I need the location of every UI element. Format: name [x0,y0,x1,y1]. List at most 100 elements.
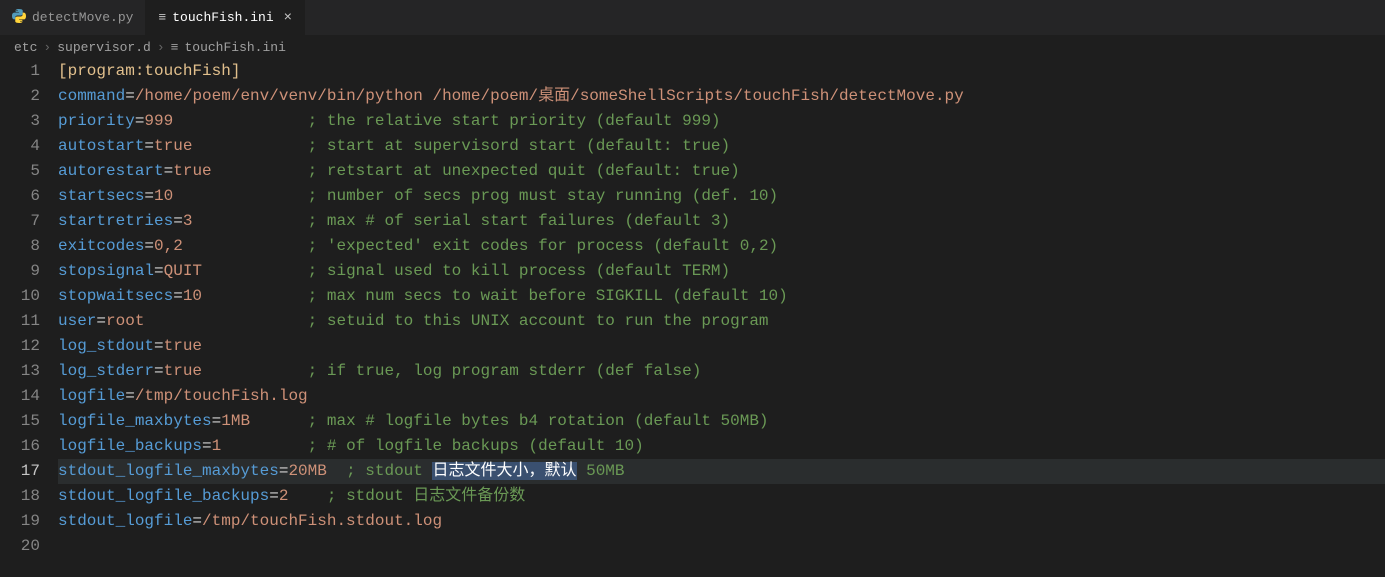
tab-detectmove[interactable]: detectMove.py [0,0,146,35]
ini-comment: ; stdout [346,462,432,480]
ini-key: logfile [58,387,125,405]
equals: = [125,87,135,105]
line-number: 15 [0,409,40,434]
equals: = [125,387,135,405]
ini-comment: ; max # of serial start failures (defaul… [308,212,730,230]
equals: = [144,137,154,155]
line-number: 18 [0,484,40,509]
ini-file-icon: ≡ [171,40,179,55]
padding [192,137,307,155]
line-number: 4 [0,134,40,159]
line-number: 13 [0,359,40,384]
code-line[interactable]: stdout_logfile_backups=2 ; stdout 日志文件备份… [58,484,1385,509]
code-line[interactable]: user=root ; setuid to this UNIX account … [58,309,1385,334]
ini-comment: ; start at supervisord start (default: t… [308,137,730,155]
equals: = [154,262,164,280]
ini-comment: 50MB [577,462,625,480]
line-number: 12 [0,334,40,359]
ini-key: priority [58,112,135,130]
code-line[interactable]: exitcodes=0,2 ; 'expected' exit codes fo… [58,234,1385,259]
padding [173,112,307,130]
code-line[interactable]: autorestart=true ; retstart at unexpecte… [58,159,1385,184]
padding [192,212,307,230]
code-line[interactable] [58,534,1385,559]
ini-key: logfile_backups [58,437,202,455]
ini-value: /tmp/touchFish.stdout.log [202,512,442,530]
breadcrumb-segment[interactable]: etc [14,40,37,55]
padding [327,462,346,480]
editor-tabs: detectMove.py ≡ touchFish.ini × [0,0,1385,35]
padding [173,187,307,205]
breadcrumb-segment[interactable]: touchFish.ini [184,40,285,55]
ini-value: root [106,312,144,330]
ini-key: stopsignal [58,262,154,280]
padding [288,487,326,505]
ini-key: command [58,87,125,105]
selected-text: 日志文件大小，默认 [432,462,576,480]
ini-key: stdout_logfile [58,512,192,530]
code-line[interactable]: startsecs=10 ; number of secs prog must … [58,184,1385,209]
python-icon [12,9,26,27]
ini-value: /home/poem/env/venv/bin/python /home/poe… [135,87,964,105]
line-number: 5 [0,159,40,184]
ini-comment: ; the relative start priority (default 9… [308,112,721,130]
ini-value: 1MB [221,412,250,430]
code-line[interactable]: stdout_logfile=/tmp/touchFish.stdout.log [58,509,1385,534]
code-editor[interactable]: 1 2 3 4 5 6 7 8 9 10 11 12 13 14 15 16 1… [0,59,1385,559]
padding [221,437,307,455]
ini-value: 2 [279,487,289,505]
ini-value: 10 [154,187,173,205]
code-line[interactable]: log_stderr=true ; if true, log program s… [58,359,1385,384]
code-line[interactable]: stopsignal=QUIT ; signal used to kill pr… [58,259,1385,284]
code-line[interactable]: logfile_maxbytes=1MB ; max # logfile byt… [58,409,1385,434]
code-line[interactable]: command=/home/poem/env/venv/bin/python /… [58,84,1385,109]
chevron-right-icon: › [157,40,165,55]
equals: = [154,337,164,355]
equals: = [173,212,183,230]
padding [202,287,308,305]
code-line[interactable]: log_stdout=true [58,334,1385,359]
code-line[interactable]: stdout_logfile_maxbytes=20MB ; stdout 日志… [58,459,1385,484]
equals: = [144,237,154,255]
ini-key: autostart [58,137,144,155]
equals: = [269,487,279,505]
equals: = [212,412,222,430]
close-icon[interactable]: × [284,10,292,26]
ini-value: 20MB [288,462,326,480]
line-number: 10 [0,284,40,309]
ini-comment: ; # of logfile backups (default 10) [308,437,644,455]
ini-key: startsecs [58,187,144,205]
padding [202,362,308,380]
breadcrumb: etc › supervisor.d › ≡ touchFish.ini [0,35,1385,59]
tab-label: touchFish.ini [172,10,273,25]
ini-key: startretries [58,212,173,230]
ini-value: 3 [183,212,193,230]
equals: = [279,462,289,480]
code-line[interactable]: stopwaitsecs=10 ; max num secs to wait b… [58,284,1385,309]
line-number: 9 [0,259,40,284]
ini-key: stopwaitsecs [58,287,173,305]
ini-key: exitcodes [58,237,144,255]
equals: = [135,112,145,130]
ini-value: 999 [144,112,173,130]
ini-section: [program:touchFish] [58,62,240,80]
code-line[interactable]: logfile_backups=1 ; # of logfile backups… [58,434,1385,459]
code-line[interactable]: priority=999 ; the relative start priori… [58,109,1385,134]
ini-key: stdout_logfile_backups [58,487,269,505]
code-line[interactable]: startretries=3 ; max # of serial start f… [58,209,1385,234]
ini-file-icon: ≡ [158,10,166,25]
ini-comment: ; 'expected' exit codes for process (def… [308,237,778,255]
line-number: 7 [0,209,40,234]
equals: = [154,362,164,380]
code-line[interactable]: [program:touchFish] [58,59,1385,84]
line-number-gutter: 1 2 3 4 5 6 7 8 9 10 11 12 13 14 15 16 1… [0,59,58,559]
code-line[interactable]: autostart=true ; start at supervisord st… [58,134,1385,159]
ini-value: true [164,362,202,380]
line-number: 3 [0,109,40,134]
breadcrumb-segment[interactable]: supervisor.d [57,40,151,55]
ini-key: stdout_logfile_maxbytes [58,462,279,480]
tab-touchfish[interactable]: ≡ touchFish.ini × [146,0,305,35]
ini-key: user [58,312,96,330]
code-line[interactable]: logfile=/tmp/touchFish.log [58,384,1385,409]
code-content[interactable]: [program:touchFish] command=/home/poem/e… [58,59,1385,559]
